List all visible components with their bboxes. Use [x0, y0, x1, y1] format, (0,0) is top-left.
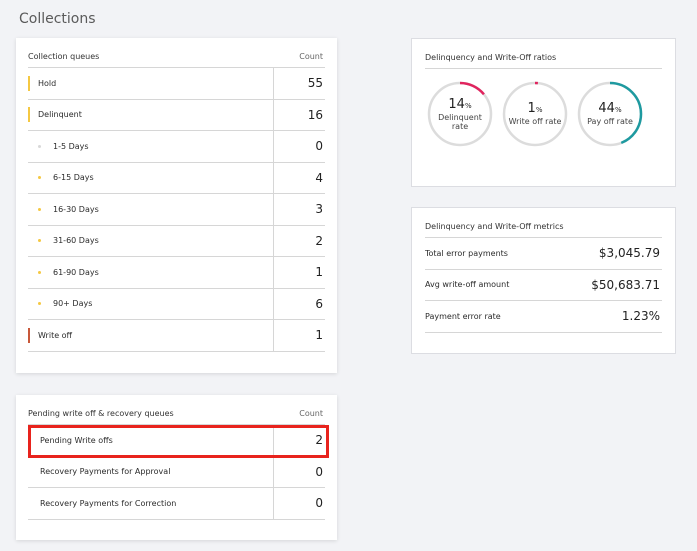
- queue-row-label: Delinquent: [38, 110, 82, 120]
- metrics-list: Total error payments $3,045.79 Avg write-o…: [425, 238, 662, 333]
- ratio-gauge-delinquent: 14% Delinquent rate: [425, 79, 495, 149]
- metric-label: Avg write-off amount: [425, 280, 510, 290]
- collection-queues-header: Collection queues Count: [28, 38, 325, 68]
- ratio-caption: Write off rate: [508, 117, 562, 126]
- queue-row-count: 16: [273, 99, 325, 130]
- collection-queues-card: Collection queues Count Hold 55 Delinquent…: [16, 38, 337, 373]
- ratio-value: 44: [598, 101, 615, 116]
- status-bar-marker: [28, 107, 30, 123]
- queue-row-label-wrap: 90+ Days: [28, 289, 273, 320]
- ratios-card: Delinquency and Write-Off ratios 14% Deli…: [411, 38, 676, 187]
- queue-row-delinquent[interactable]: Delinquent 16: [28, 99, 325, 131]
- queue-row-label-wrap: 16-30 Days: [28, 194, 273, 225]
- status-dot-marker: [38, 270, 41, 274]
- queue-row-1-5-days[interactable]: 1-5 Days 0: [28, 131, 325, 163]
- metric-row-payment-error-rate: Payment error rate 1.23%: [425, 301, 662, 333]
- ratio-unit: %: [464, 101, 472, 110]
- status-dot-marker: [38, 144, 41, 148]
- queue-row-label: 16-30 Days: [53, 204, 99, 214]
- page-title: Collections: [19, 11, 96, 27]
- metric-value: $3,045.79: [598, 246, 660, 261]
- queue-row-count: 0: [273, 131, 325, 162]
- ratio-caption-line2: rate: [451, 121, 469, 131]
- ratio-text: 44% Pay off rate: [575, 79, 645, 149]
- queue-row-16-30-days[interactable]: 16-30 Days 3: [28, 194, 325, 226]
- queue-row-label: Write off: [38, 330, 73, 340]
- ratio-gauges: 14% Delinquent rate 1% Write off rate 44% Pay …: [425, 79, 662, 149]
- queue-row-label-wrap: 6-15 Days: [28, 163, 273, 194]
- ratios-title: Delinquency and Write-Off ratios: [425, 53, 557, 62]
- status-dot-marker: [38, 239, 41, 243]
- metric-value: 1.23%: [621, 309, 660, 324]
- queue-row-6-15-days[interactable]: 6-15 Days 4: [28, 162, 325, 194]
- ratio-caption: Pay off rate: [587, 117, 633, 126]
- queue-row-label-wrap: 61-90 Days: [28, 257, 273, 288]
- metric-row-avg-write-off-amount: Avg write-off amount $50,683.71: [425, 270, 662, 301]
- queue-row-61-90-days[interactable]: 61-90 Days 1: [28, 257, 325, 289]
- ratio-value: 14: [448, 96, 465, 112]
- metrics-card: Delinquency and Write-Off metrics Total …: [411, 207, 676, 354]
- queue-row-count: 3: [273, 194, 325, 225]
- queue-row-count: 6: [273, 288, 325, 319]
- ratio-unit: %: [614, 106, 622, 114]
- ratio-percent: 44%: [598, 102, 621, 117]
- status-bar-marker: [28, 327, 30, 343]
- queue-row-label: 31-60 Days: [53, 236, 99, 246]
- queue-row-label: 61-90 Days: [53, 267, 99, 277]
- status-dot-marker: [38, 176, 41, 180]
- pending-row-count: 0: [273, 456, 325, 487]
- collection-queues-list: Hold 55 Delinquent 16 1-5 Days 0 6-15 Days 4 16-…: [28, 68, 325, 352]
- queue-row-90-days[interactable]: 90+ Days 6: [28, 288, 325, 320]
- pending-queues-header: Pending write off & recovery queues Coun…: [28, 395, 325, 425]
- metric-label: Payment error rate: [425, 311, 501, 321]
- ratios-header: Delinquency and Write-Off ratios: [425, 39, 662, 69]
- metric-row-total-error-payments: Total error payments $3,045.79: [425, 238, 662, 270]
- queue-row-label: Hold: [38, 78, 57, 88]
- ratio-unit: %: [535, 106, 543, 114]
- queue-row-label-wrap: Write off: [28, 320, 273, 351]
- ratio-caption: Delinquent: [438, 112, 482, 122]
- pending-row-label: Recovery Payments for Approval: [40, 467, 171, 477]
- status-dot-marker: [38, 302, 41, 306]
- queue-row-count: 4: [273, 162, 325, 193]
- pending-row-label: Recovery Payments for Correction: [40, 498, 177, 508]
- ratio-percent: 14%: [448, 96, 472, 113]
- pending-row-recovery-payments-for-correction[interactable]: Recovery Payments for Correction 0: [28, 488, 325, 520]
- queue-row-label: 6-15 Days: [53, 173, 94, 183]
- metrics-header: Delinquency and Write-Off metrics: [425, 208, 662, 238]
- pending-queues-card: Pending write off & recovery queues Coun…: [16, 395, 337, 540]
- metric-label: Total error payments: [425, 248, 508, 258]
- metric-value: $50,683.71: [591, 277, 660, 292]
- queue-row-count: 1: [273, 320, 325, 351]
- queue-row-write-off[interactable]: Write off 1: [28, 320, 325, 352]
- pending-queues-title: Pending write off & recovery queues: [28, 409, 174, 418]
- ratio-percent: 1%: [528, 102, 543, 117]
- queue-row-label-wrap: Hold: [28, 68, 273, 99]
- queue-row-31-60-days[interactable]: 31-60 Days 2: [28, 225, 325, 257]
- queue-row-count: 2: [273, 225, 325, 256]
- metrics-title: Delinquency and Write-Off metrics: [425, 222, 564, 231]
- collection-queues-count-label: Count: [299, 52, 323, 61]
- pending-queues-count-label: Count: [299, 409, 323, 418]
- queue-row-label: 1-5 Days: [53, 141, 89, 151]
- status-dot-marker: [38, 207, 41, 211]
- status-bar-marker: [28, 75, 30, 91]
- ratio-value: 1: [527, 101, 536, 116]
- queue-row-count: 1: [273, 257, 325, 288]
- queue-row-hold[interactable]: Hold 55: [28, 68, 325, 100]
- ratio-gauge-pay-off-rate: 44% Pay off rate: [575, 79, 645, 149]
- collection-queues-title: Collection queues: [28, 52, 100, 61]
- queue-row-label-wrap: Delinquent: [28, 100, 273, 131]
- pending-row-recovery-payments-for-approval[interactable]: Recovery Payments for Approval 0: [28, 456, 325, 488]
- ratio-text: 1% Write off rate: [500, 79, 570, 149]
- pending-row-count: 0: [273, 488, 325, 519]
- queue-row-label-wrap: 31-60 Days: [28, 226, 273, 257]
- queue-row-count: 55: [273, 68, 325, 99]
- queue-row-label: 90+ Days: [53, 299, 93, 309]
- ratio-gauge-write-off-rate: 1% Write off rate: [500, 79, 570, 149]
- queue-row-label-wrap: 1-5 Days: [28, 131, 273, 162]
- ratio-text: 14% Delinquent rate: [425, 79, 495, 149]
- pending-write-offs-highlight: [28, 425, 329, 458]
